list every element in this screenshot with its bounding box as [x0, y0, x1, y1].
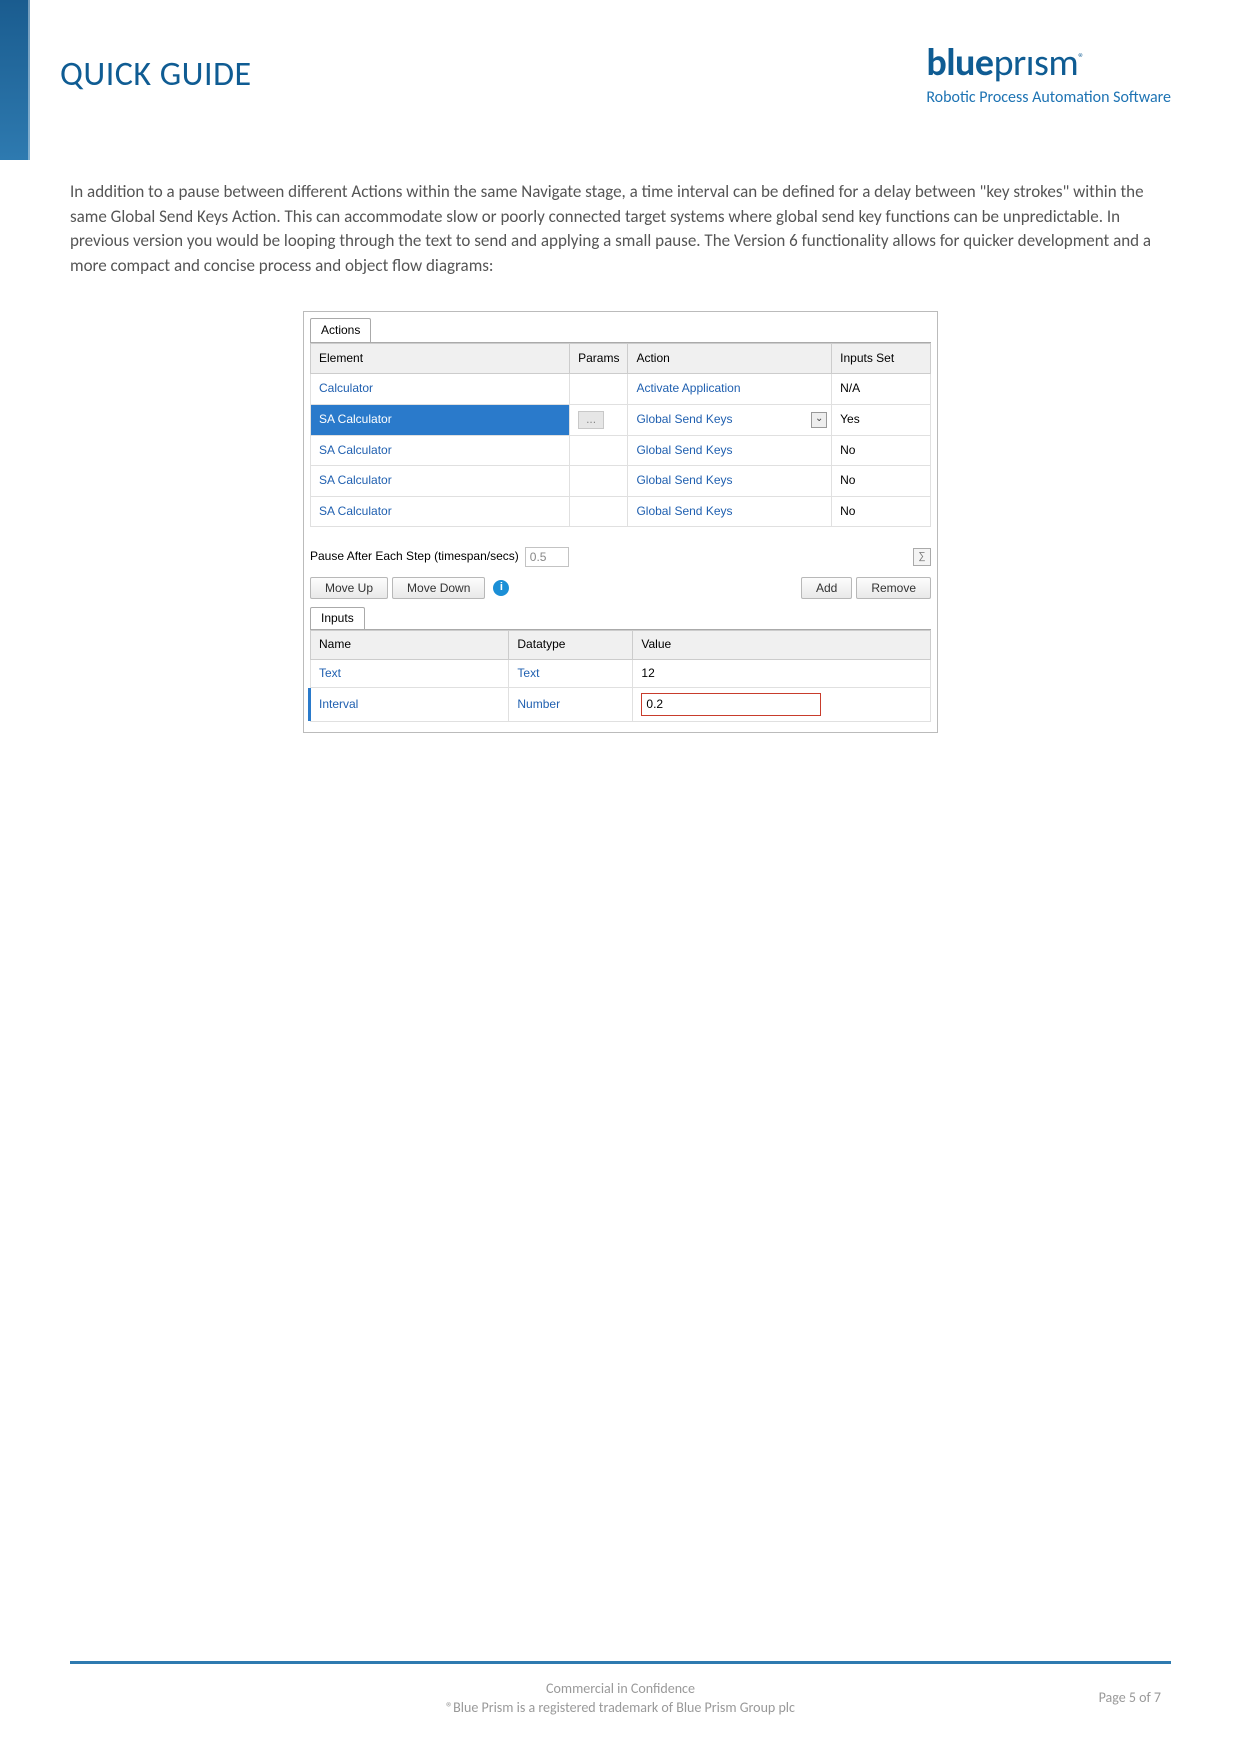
cell-inputs-set: No	[832, 496, 931, 526]
cell-inputs-set: No	[832, 466, 931, 496]
cell-action: Global Send Keys	[628, 435, 832, 465]
brand-registered-icon: ®	[1078, 51, 1084, 65]
doc-title: QUICK GUIDE	[60, 54, 252, 95]
input-datatype: Text	[509, 659, 633, 687]
selection-indicator-icon	[308, 688, 311, 721]
actions-table: Element Params Action Inputs Set Calcula…	[310, 343, 931, 527]
intro-paragraph: In addition to a pause between different…	[70, 180, 1171, 279]
table-row[interactable]: SA Calculator Global Send Keys No	[311, 466, 931, 496]
params-button[interactable]: ...	[578, 411, 604, 429]
input-value[interactable]: 0.2	[633, 688, 931, 722]
col-name: Name	[311, 631, 509, 659]
footer-text: Commercial in Confidence ®Blue Prism is …	[0, 1679, 1241, 1718]
col-inputs-set: Inputs Set	[832, 343, 931, 373]
cell-element: SA Calculator	[311, 404, 570, 435]
brand-logo: blueprısm®	[926, 40, 1171, 86]
remove-button[interactable]: Remove	[856, 577, 931, 599]
footer-divider	[70, 1661, 1171, 1664]
cell-params	[570, 374, 628, 404]
inputs-table: Name Datatype Value Text Text 12	[310, 630, 931, 722]
cell-params	[570, 466, 628, 496]
table-row[interactable]: SA Calculator ... Global Send Keys ⌄ Yes	[311, 404, 931, 435]
col-value: Value	[633, 631, 931, 659]
move-up-button[interactable]: Move Up	[310, 577, 388, 599]
input-value[interactable]: 12	[633, 659, 931, 687]
input-datatype: Number	[509, 688, 633, 722]
footer-confidence: Commercial in Confidence	[0, 1679, 1241, 1699]
cell-params[interactable]: ...	[570, 404, 628, 435]
add-button[interactable]: Add	[801, 577, 852, 599]
pause-label: Pause After Each Step (timespan/secs)	[310, 548, 519, 565]
tab-inputs[interactable]: Inputs	[310, 607, 365, 629]
cell-element: SA Calculator	[311, 435, 570, 465]
cell-inputs-set: Yes	[832, 404, 931, 435]
cell-action-text: Global Send Keys	[636, 412, 732, 426]
cell-inputs-set: N/A	[832, 374, 931, 404]
input-name-text: Interval	[319, 697, 358, 711]
page-number: Page 5 of 7	[1099, 1689, 1161, 1706]
cell-action[interactable]: Global Send Keys ⌄	[628, 404, 832, 435]
info-icon[interactable]: i	[493, 580, 509, 596]
navigate-actions-dialog: Actions Element Params Action Inputs Set	[303, 311, 938, 734]
move-down-button[interactable]: Move Down	[392, 577, 485, 599]
cell-inputs-set: No	[832, 435, 931, 465]
header-accent	[0, 0, 30, 160]
cell-element: SA Calculator	[311, 496, 570, 526]
brand-tagline: Robotic Process Automation Software	[926, 88, 1171, 107]
input-name: Interval	[311, 688, 509, 722]
cell-params	[570, 496, 628, 526]
chevron-down-icon[interactable]: ⌄	[811, 412, 827, 428]
cell-element: SA Calculator	[311, 466, 570, 496]
brand-logo-bold: blue	[926, 40, 993, 86]
table-row[interactable]: Calculator Activate Application N/A	[311, 374, 931, 404]
footer-trademark: ®Blue Prism is a registered trademark of…	[0, 1698, 1241, 1718]
cell-action: Activate Application	[628, 374, 832, 404]
cell-element: Calculator	[311, 374, 570, 404]
tab-actions[interactable]: Actions	[310, 318, 371, 342]
input-name: Text	[311, 659, 509, 687]
pause-input[interactable]	[525, 547, 569, 567]
col-datatype: Datatype	[509, 631, 633, 659]
inputs-row[interactable]: Interval Number 0.2	[311, 688, 931, 722]
col-params: Params	[570, 343, 628, 373]
expression-editor-icon[interactable]: ∑	[913, 548, 931, 566]
cell-element-text: SA Calculator	[319, 412, 392, 426]
cell-action: Global Send Keys	[628, 466, 832, 496]
table-row[interactable]: SA Calculator Global Send Keys No	[311, 496, 931, 526]
brand-block: blueprısm® Robotic Process Automation So…	[926, 40, 1171, 107]
inputs-row[interactable]: Text Text 12	[311, 659, 931, 687]
col-action: Action	[628, 343, 832, 373]
highlighted-value: 0.2	[641, 693, 821, 716]
col-element: Element	[311, 343, 570, 373]
cell-params	[570, 435, 628, 465]
brand-logo-light: prısm	[994, 40, 1079, 86]
page-header: QUICK GUIDE blueprısm® Robotic Process A…	[0, 0, 1241, 160]
table-row[interactable]: SA Calculator Global Send Keys No	[311, 435, 931, 465]
cell-action: Global Send Keys	[628, 496, 832, 526]
